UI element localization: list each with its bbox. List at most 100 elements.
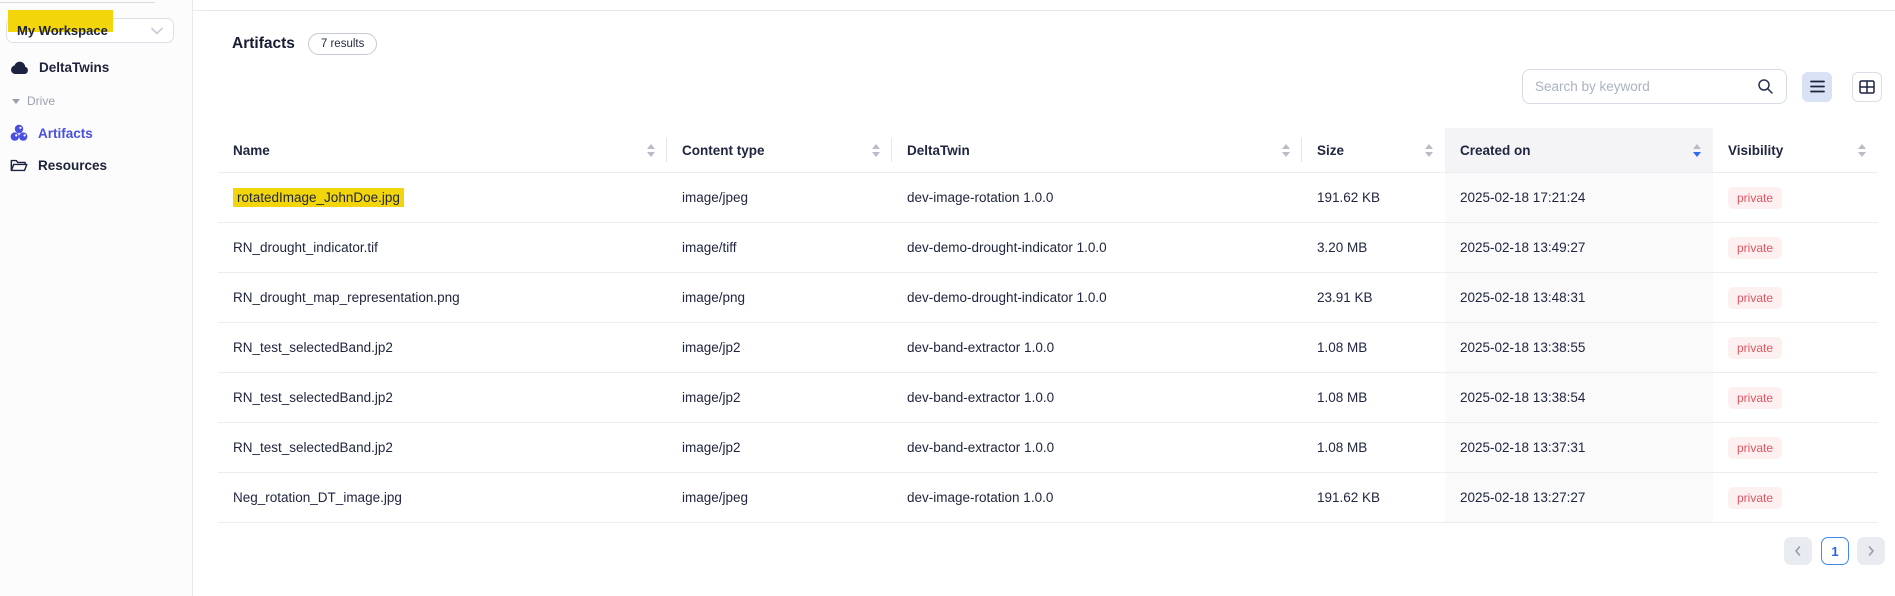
workspace-select-value: My Workspace [17, 23, 108, 38]
sidebar-section-drive[interactable]: Drive [12, 94, 55, 108]
page-title: Artifacts [232, 35, 295, 53]
cell-deltatwin: dev-demo-drought-indicator 1.0.0 [892, 273, 1302, 322]
cell-size: 3.20 MB [1302, 223, 1445, 272]
cell-deltatwin: dev-image-rotation 1.0.0 [892, 173, 1302, 222]
cell-name: RN_drought_indicator.tif [218, 223, 667, 272]
sidebar-section-label: Drive [27, 94, 55, 108]
sort-icon[interactable] [1693, 144, 1701, 157]
table-row[interactable]: rotatedImage_JohnDoe.jpg image/jpegdev-im… [218, 172, 1878, 222]
cell-visibility: private [1713, 223, 1878, 272]
cell-created-on: 2025-02-18 13:27:27 [1445, 473, 1713, 522]
column-header-visibility[interactable]: Visibility [1713, 128, 1878, 172]
cell-deltatwin: dev-demo-drought-indicator 1.0.0 [892, 223, 1302, 272]
table-header: Name Content type DeltaTwin Size Created on V… [218, 128, 1878, 172]
sidebar-item-artifacts[interactable]: Artifacts [10, 124, 93, 142]
folder-icon [10, 158, 28, 173]
sidebar-top-divider [0, 2, 155, 3]
cell-name: RN_test_selectedBand.jp2 [218, 323, 667, 372]
cell-created-on: 2025-02-18 13:38:54 [1445, 373, 1713, 422]
cell-deltatwin: dev-band-extractor 1.0.0 [892, 373, 1302, 422]
visibility-badge: private [1728, 387, 1782, 409]
toolbar [1522, 69, 1882, 104]
artifacts-table: Name Content type DeltaTwin Size Created on V… [218, 128, 1878, 523]
cell-name: RN_drought_map_representation.png [218, 273, 667, 322]
table-row[interactable]: RN_drought_indicator.tifimage/tiffdev-de… [218, 222, 1878, 272]
sort-icon[interactable] [1282, 144, 1290, 157]
cell-deltatwin: dev-image-rotation 1.0.0 [892, 473, 1302, 522]
cell-created-on: 2025-02-18 17:21:24 [1445, 173, 1713, 222]
sort-icon[interactable] [647, 144, 655, 157]
chevron-down-icon [151, 27, 163, 35]
visibility-badge: private [1728, 437, 1782, 459]
sort-icon[interactable] [1858, 144, 1866, 157]
chevron-left-icon [1792, 544, 1804, 558]
table-row[interactable]: RN_test_selectedBand.jp2image/jp2dev-ban… [218, 422, 1878, 472]
list-view-button[interactable] [1802, 72, 1832, 102]
cell-visibility: private [1713, 473, 1878, 522]
column-header-name[interactable]: Name [218, 128, 667, 172]
cell-visibility: private [1713, 273, 1878, 322]
cell-name: RN_test_selectedBand.jp2 [218, 373, 667, 422]
cell-deltatwin: dev-band-extractor 1.0.0 [892, 423, 1302, 472]
sidebar-item-deltatwins[interactable]: DeltaTwins [10, 60, 109, 75]
sidebar-item-label: Artifacts [38, 126, 93, 141]
next-page-button[interactable] [1857, 537, 1885, 565]
pagination: 1 [1784, 537, 1885, 565]
highlighted-file-name: rotatedImage_JohnDoe.jpg [233, 188, 404, 207]
cell-created-on: 2025-02-18 13:37:31 [1445, 423, 1713, 472]
page-header: Artifacts 7 results [232, 33, 377, 55]
cell-size: 1.08 MB [1302, 373, 1445, 422]
visibility-badge: private [1728, 337, 1782, 359]
previous-page-button[interactable] [1784, 537, 1812, 565]
column-header-content_type[interactable]: Content type [667, 128, 892, 172]
cell-content-type: image/png [667, 273, 892, 322]
visibility-badge: private [1728, 487, 1782, 509]
page-number-button[interactable]: 1 [1821, 537, 1849, 565]
cell-size: 1.08 MB [1302, 423, 1445, 472]
sidebar-item-label: DeltaTwins [39, 60, 109, 75]
visibility-badge: private [1728, 237, 1782, 259]
results-count-badge: 7 results [308, 33, 377, 55]
sort-icon[interactable] [1425, 144, 1433, 157]
sidebar: My Workspace DeltaTwins Drive [0, 0, 193, 596]
search-icon[interactable] [1757, 78, 1774, 95]
cell-content-type: image/jp2 [667, 323, 892, 372]
grid-view-button[interactable] [1852, 72, 1882, 102]
table-body: rotatedImage_JohnDoe.jpgimage/jpegdev-im… [218, 172, 1878, 523]
cell-visibility: private [1713, 373, 1878, 422]
table-row[interactable]: RN_drought_map_representation.pngimage/p… [218, 272, 1878, 322]
search-input[interactable] [1535, 79, 1757, 94]
cell-name: rotatedImage_JohnDoe.jpg [218, 173, 667, 222]
column-header-deltatwin[interactable]: DeltaTwin [892, 128, 1302, 172]
main-content: Artifacts 7 results NameCont [193, 0, 1895, 596]
cell-created-on: 2025-02-18 13:49:27 [1445, 223, 1713, 272]
sidebar-item-resources[interactable]: Resources [10, 158, 107, 173]
cell-size: 191.62 KB [1302, 473, 1445, 522]
sort-icon[interactable] [872, 144, 880, 157]
main-top-divider [193, 10, 1895, 11]
cell-deltatwin: dev-band-extractor 1.0.0 [892, 323, 1302, 372]
visibility-badge: private [1728, 187, 1782, 209]
column-label: Created on [1460, 143, 1531, 158]
search-box[interactable] [1522, 69, 1787, 104]
table-row[interactable]: RN_test_selectedBand.jp2image/jp2dev-ban… [218, 322, 1878, 372]
app-window: My Workspace DeltaTwins Drive [0, 0, 1895, 596]
molecule-icon [10, 124, 28, 142]
visibility-badge: private [1728, 287, 1782, 309]
column-header-created_on[interactable]: Created on [1445, 128, 1713, 172]
column-label: Visibility [1728, 143, 1783, 158]
column-label: Size [1317, 143, 1344, 158]
cell-visibility: private [1713, 173, 1878, 222]
column-label: Content type [682, 143, 765, 158]
cell-name: RN_test_selectedBand.jp2 [218, 423, 667, 472]
cell-size: 1.08 MB [1302, 323, 1445, 372]
cell-name: Neg_rotation_DT_image.jpg [218, 473, 667, 522]
chevron-right-icon [1865, 544, 1877, 558]
table-row[interactable]: Neg_rotation_DT_image.jpgimage/jpegdev-i… [218, 472, 1878, 522]
cell-content-type: image/jpeg [667, 173, 892, 222]
cell-content-type: image/jp2 [667, 373, 892, 422]
cell-size: 191.62 KB [1302, 173, 1445, 222]
grid-view-icon [1859, 80, 1875, 94]
column-header-size[interactable]: Size [1302, 128, 1445, 172]
table-row[interactable]: RN_test_selectedBand.jp2image/jp2dev-ban… [218, 372, 1878, 422]
